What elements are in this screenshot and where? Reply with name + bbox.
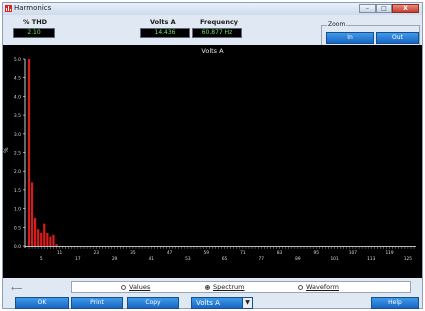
chart-title: Volts A bbox=[201, 47, 224, 55]
harmonic-bar bbox=[49, 236, 52, 246]
app-icon bbox=[5, 5, 12, 12]
x-tick-label: 77 bbox=[258, 256, 264, 262]
x-tick-label: 119 bbox=[385, 250, 393, 256]
y-tick-label: 1.0 bbox=[14, 207, 21, 213]
print-button[interactable]: Print bbox=[71, 297, 123, 309]
spectrum-chart: 0.0 0.5 1.0 1.5 2.0 2.5 3.0 3.5 4.0 4.5 5.0 5 11 17 23… bbox=[3, 45, 422, 278]
y-tick-label: 5.0 bbox=[14, 57, 21, 63]
x-tick-label: 5 bbox=[40, 256, 43, 262]
zoom-out-button[interactable]: Out bbox=[376, 32, 419, 44]
spectrum-radio[interactable]: Spectrum bbox=[205, 283, 245, 291]
y-tick-label: 3.5 bbox=[14, 113, 21, 119]
waveform-radio-dot[interactable] bbox=[298, 284, 303, 290]
harmonic-bar bbox=[37, 229, 40, 246]
zoom-legend: Zoom bbox=[327, 21, 347, 28]
x-tick-label: 113 bbox=[367, 256, 375, 262]
x-tick-label: 53 bbox=[185, 256, 191, 262]
values-radio[interactable]: Values bbox=[121, 283, 150, 291]
harmonic-bar bbox=[27, 59, 31, 246]
chevron-down-icon[interactable]: ▼ bbox=[242, 298, 252, 308]
x-tick-label: 125 bbox=[404, 256, 412, 262]
y-tick-label: 0.0 bbox=[14, 244, 21, 250]
back-arrow-icon[interactable]: ⟵ bbox=[11, 284, 22, 293]
x-tick-label: 65 bbox=[222, 256, 228, 262]
y-tick-label: 0.5 bbox=[14, 225, 21, 231]
thd-label: % THD bbox=[23, 18, 48, 26]
channel-select-value: Volts A bbox=[196, 299, 220, 307]
thd-value: 2.10 bbox=[13, 28, 55, 38]
maximize-button[interactable]: □ bbox=[376, 4, 392, 13]
x-tick-label: 17 bbox=[75, 256, 81, 262]
values-radio-label: Values bbox=[129, 283, 151, 291]
x-tick-label: 83 bbox=[277, 250, 283, 256]
frequency-label: Frequency bbox=[200, 18, 239, 26]
y-tick-label: 1.5 bbox=[14, 188, 21, 194]
y-tick-label: 2.0 bbox=[14, 169, 21, 175]
y-tick-label: 4.0 bbox=[14, 94, 21, 100]
harmonic-bar bbox=[52, 234, 55, 246]
x-tick-label: 35 bbox=[130, 250, 136, 256]
harmonics-window: Harmonics – □ X % THD 2.10 Volts A 14.43… bbox=[2, 2, 423, 309]
y-tick-label: 2.5 bbox=[14, 151, 21, 157]
x-tick-label: 23 bbox=[93, 250, 99, 256]
x-tick-label: 71 bbox=[240, 250, 246, 256]
title-bar: Harmonics – □ X bbox=[3, 3, 422, 15]
harmonic-bar bbox=[30, 182, 34, 246]
channel-value: 14.436 bbox=[140, 28, 190, 38]
close-button[interactable]: X bbox=[392, 4, 419, 13]
harmonic-bar bbox=[46, 232, 49, 246]
harmonic-bar bbox=[40, 232, 43, 246]
spectrum-plot: 0.0 0.5 1.0 1.5 2.0 2.5 3.0 3.5 4.0 4.5 5.0 5 11 17 23… bbox=[14, 57, 416, 262]
x-tick-label: 47 bbox=[167, 250, 173, 256]
y-tick-label: 3.0 bbox=[14, 132, 21, 138]
help-button[interactable]: Help bbox=[371, 297, 419, 309]
channel-select[interactable]: Volts A ▼ bbox=[191, 297, 253, 309]
y-axis-label: % bbox=[3, 147, 10, 153]
x-tick-label: 95 bbox=[313, 250, 319, 256]
x-tick-label: 59 bbox=[203, 250, 209, 256]
x-tick-label: 89 bbox=[295, 256, 301, 262]
channel-label: Volts A bbox=[150, 18, 176, 26]
x-tick-label: 29 bbox=[112, 256, 118, 262]
waveform-radio-label: Waveform bbox=[306, 283, 339, 291]
x-tick-label: 11 bbox=[57, 250, 63, 256]
window-title: Harmonics bbox=[14, 4, 52, 12]
harmonic-bar bbox=[55, 244, 58, 246]
x-tick-label: 101 bbox=[330, 256, 338, 262]
values-radio-dot[interactable] bbox=[121, 284, 126, 290]
copy-button[interactable]: Copy bbox=[127, 297, 179, 309]
waveform-radio[interactable]: Waveform bbox=[298, 283, 339, 291]
y-tick-label: 4.5 bbox=[14, 76, 21, 82]
minimize-button[interactable]: – bbox=[359, 4, 376, 13]
spectrum-radio-dot[interactable] bbox=[205, 284, 210, 290]
spectrum-radio-label: Spectrum bbox=[213, 283, 245, 291]
zoom-in-button[interactable]: In bbox=[326, 32, 374, 44]
x-tick-label: 41 bbox=[148, 256, 154, 262]
x-tick-label: 107 bbox=[349, 250, 357, 256]
ok-button[interactable]: OK bbox=[15, 297, 69, 309]
harmonic-bar bbox=[43, 223, 46, 246]
frequency-value: 60.877 Hz bbox=[192, 28, 242, 38]
harmonic-bar bbox=[34, 217, 37, 246]
